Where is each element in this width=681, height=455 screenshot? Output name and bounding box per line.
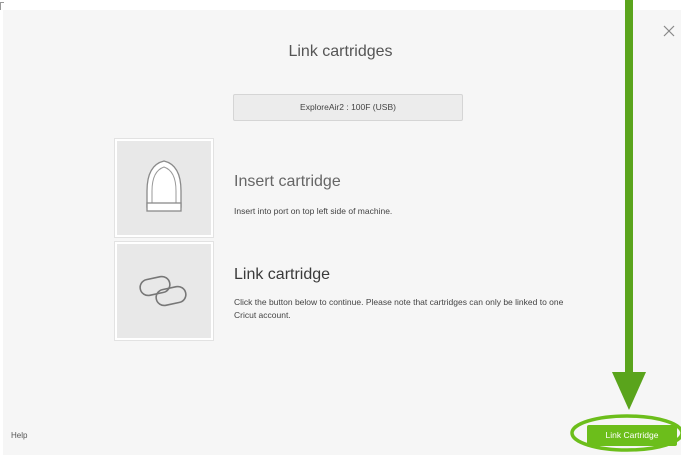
close-button[interactable] [658,20,681,44]
link-cartridge-button[interactable]: Link Cartridge [587,425,677,446]
step-link-heading: Link cartridge [234,266,331,283]
step-insert-heading: Insert cartridge [234,173,341,190]
help-link[interactable]: Help [11,431,27,440]
link-cartridges-dialog [3,10,681,455]
machine-selector[interactable]: ExploreAir2 : 100F (USB) [233,94,463,121]
link-icon [139,275,187,307]
close-icon [663,25,675,37]
screen: Link cartridges ExploreAir2 : 100F (USB)… [0,0,681,455]
step-insert-description: Insert into port on top left side of mac… [234,206,393,216]
step-link-cartridge-tile [114,241,214,341]
window-corner-mark [0,2,4,10]
dialog-title: Link cartridges [288,43,393,60]
cartridge-icon [146,160,182,212]
step-link-description: Click the button below to continue. Plea… [234,297,564,320]
step-insert-cartridge-tile [114,138,214,238]
